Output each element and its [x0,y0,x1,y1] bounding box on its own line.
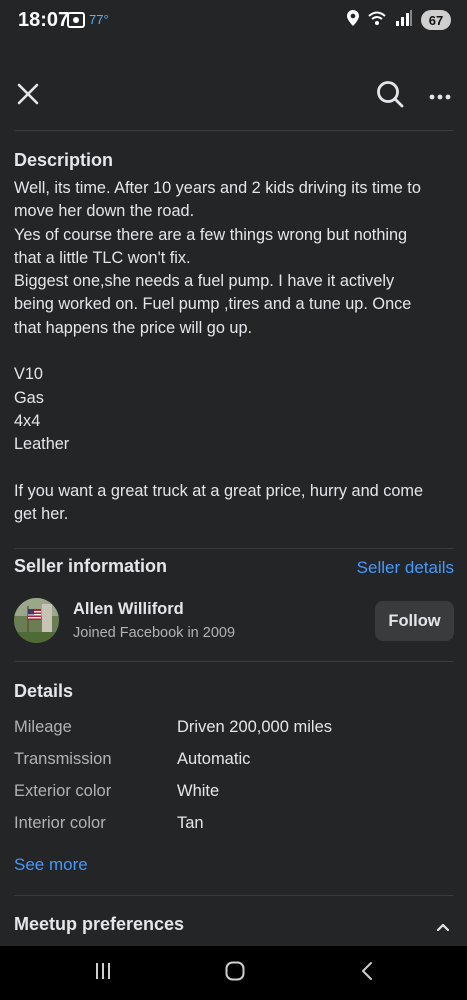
details-heading-wrap: Details [14,681,455,702]
description-line: Biggest one,she needs a fuel pump. I hav… [14,272,395,291]
search-icon [376,80,404,113]
seller-details-link[interactable]: Seller details [357,558,454,578]
description-line: If you want a great truck at a great pri… [14,481,424,500]
details-row: Transmission Automatic [14,750,454,774]
description-line: move her down the road. [14,202,195,221]
details-label: Interior color [14,814,106,832]
meetup-heading: Meetup preferences [14,914,185,934]
seller-name[interactable]: Allen Williford [73,600,184,619]
details-row: Mileage Driven 200,000 miles [14,718,454,742]
description-section: Description Well, its time. After 10 yea… [14,150,455,526]
details-value: Driven 200,000 miles [177,718,332,736]
seller-row: Allen Williford Joined Facebook in 2009 … [14,598,454,646]
avatar[interactable] [14,598,59,643]
recent-apps-button[interactable] [88,962,118,984]
back-button[interactable] [352,961,382,986]
divider [14,548,453,549]
seller-heading: Seller information [14,556,168,576]
close-icon [17,83,39,110]
details-label: Mileage [14,718,72,736]
follow-button[interactable]: Follow [375,601,454,641]
description-line: Yes of course there are a few things wro… [14,225,408,244]
divider [14,130,453,131]
description-heading: Description [14,150,114,170]
close-button[interactable] [8,76,48,116]
wifi-icon [367,10,387,31]
location-icon [347,9,359,31]
chevron-up-icon[interactable] [436,918,450,936]
description-line: that happens the price will go up. [14,318,253,337]
details-row: Exterior color White [14,782,454,806]
description-blank-line [14,457,455,480]
battery-icon: 67 [421,10,451,30]
description-line: Well, its time. After 10 years and 2 kid… [14,179,421,197]
details-value: Tan [177,814,204,832]
description-line: get her. [14,505,69,524]
details-value: Automatic [177,750,251,768]
home-icon [225,961,245,986]
details-label: Transmission [14,750,112,768]
seller-joined: Joined Facebook in 2009 [73,625,236,641]
description-line: V10 [14,365,43,384]
description-body: Well, its time. After 10 years and 2 kid… [14,177,455,526]
status-bar: 18:07 77° 67 [0,0,467,42]
details-row: Interior color Tan [14,814,454,838]
top-nav [0,68,467,122]
meetup-header[interactable]: Meetup preferences [14,914,455,940]
system-nav-bar [0,946,467,1000]
status-time: 18:07 [18,9,70,31]
description-line: Gas [14,388,44,407]
recent-apps-icon [94,962,112,985]
more-button[interactable] [420,76,460,116]
see-more-link[interactable]: See more [14,855,88,874]
see-more-wrap: See more [14,855,455,875]
temperature: 77° [89,12,109,27]
divider [14,895,453,896]
details-heading: Details [14,681,74,701]
home-button[interactable] [220,961,250,986]
seller-header: Seller information Seller details [14,556,455,582]
divider [14,661,453,662]
details-value: White [177,782,220,800]
description-blank-line [14,340,455,363]
description-line: being worked on. Fuel pump ,tires and a … [14,295,412,314]
description-line: 4x4 [14,411,41,430]
back-icon [360,961,374,986]
details-label: Exterior color [14,782,112,800]
description-line: Leather [14,435,70,454]
screen-record-icon [66,11,86,34]
signal-icon [395,9,413,31]
description-line: that a little TLC won't fix. [14,248,191,267]
more-icon [429,87,451,105]
search-button[interactable] [370,76,410,116]
